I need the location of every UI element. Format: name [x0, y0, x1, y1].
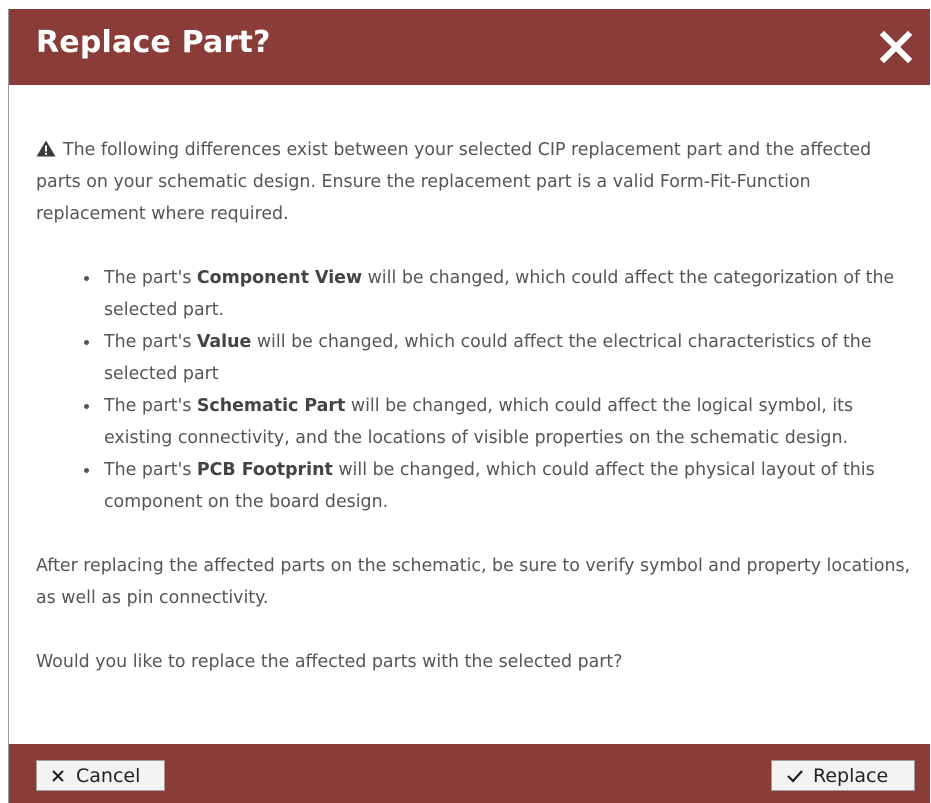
list-item: The part's Component View will be change…	[84, 262, 916, 326]
field-name: PCB Footprint	[196, 460, 333, 480]
list-item: The part's Schematic Part will be change…	[84, 390, 916, 454]
list-item: The part's Value will be changed, which …	[84, 326, 916, 390]
after-replace-note: After replacing the affected parts on th…	[36, 556, 911, 608]
dialog-title: Replace Part?	[36, 25, 271, 60]
replace-part-dialog: Replace Part? The following differences …	[8, 9, 930, 803]
field-name: Component View	[196, 268, 363, 288]
dialog-footer: Cancel Replace	[9, 744, 930, 803]
warning-icon	[36, 136, 56, 157]
x-icon	[49, 767, 67, 785]
field-name: Value	[196, 332, 252, 352]
list-item: The part's PCB Footprint will be changed…	[84, 454, 916, 518]
close-icon[interactable]	[878, 29, 914, 65]
replace-button[interactable]: Replace	[771, 760, 915, 791]
confirm-question: Would you like to replace the affected p…	[36, 652, 623, 672]
checkmark-icon	[786, 767, 804, 785]
dialog-header: Replace Part?	[9, 9, 930, 85]
dialog-body: The following differences exist between …	[36, 134, 916, 678]
warning-message: The following differences exist between …	[36, 134, 916, 230]
field-name: Schematic Part	[196, 396, 346, 416]
cancel-button[interactable]: Cancel	[36, 760, 165, 791]
differences-list: The part's Component View will be change…	[36, 262, 916, 518]
warning-text: The following differences exist between …	[36, 140, 872, 224]
replace-label: Replace	[813, 764, 889, 787]
cancel-label: Cancel	[76, 764, 141, 787]
